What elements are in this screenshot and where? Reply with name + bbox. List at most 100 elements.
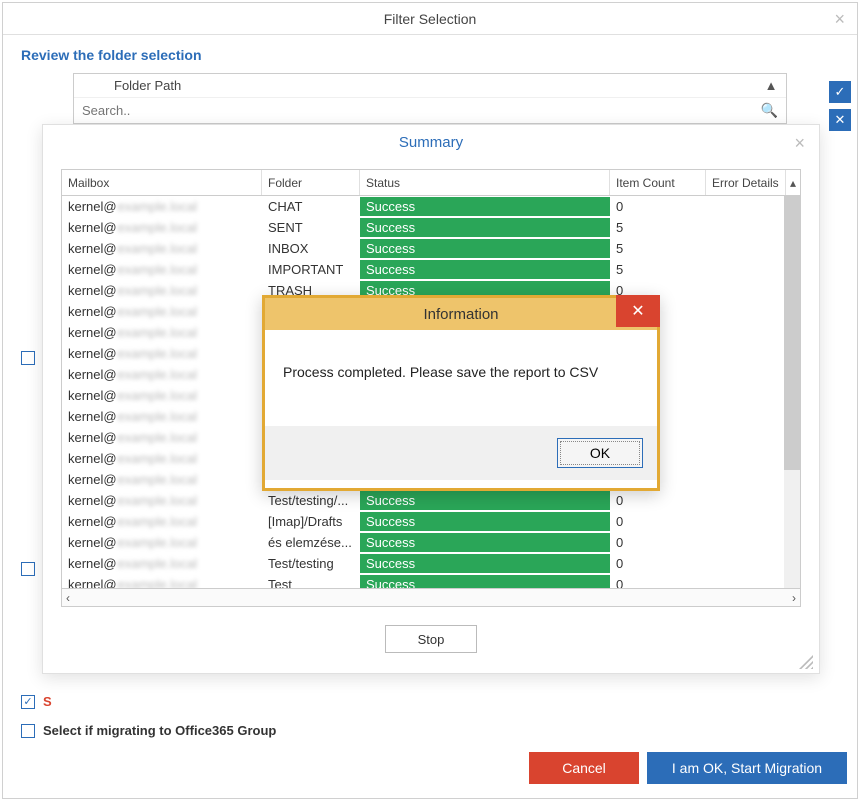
start-migration-button[interactable]: I am OK, Start Migration <box>647 752 847 784</box>
cell-folder: CHAT <box>262 196 360 217</box>
skip-option-label: S_________________________________ <box>43 694 290 709</box>
table-row[interactable]: kernel@example.localTest/testingSuccess0 <box>62 553 800 574</box>
horizontal-scrollbar[interactable]: ‹ › <box>61 589 801 607</box>
cell-status: Success <box>360 512 610 531</box>
filter-title: Filter Selection <box>384 11 477 27</box>
col-mailbox[interactable]: Mailbox <box>62 170 262 195</box>
cell-mailbox: kernel@example.local <box>62 322 262 343</box>
summary-titlebar: Summary × <box>43 125 819 159</box>
scroll-left-icon[interactable]: ‹ <box>66 591 70 605</box>
cell-mailbox: kernel@example.local <box>62 532 262 553</box>
close-icon[interactable]: × <box>788 131 811 156</box>
cell-mailbox: kernel@example.local <box>62 448 262 469</box>
filter-titlebar: Filter Selection × <box>3 3 857 35</box>
cell-count: 0 <box>610 532 706 553</box>
cell-count: 5 <box>610 238 706 259</box>
folder-search-row: 🔍 <box>74 98 786 123</box>
cell-mailbox: kernel@example.local <box>62 385 262 406</box>
cell-mailbox: kernel@example.local <box>62 364 262 385</box>
cell-folder: IMPORTANT <box>262 259 360 280</box>
cell-status: Success <box>360 575 610 588</box>
cell-mailbox: kernel@example.local <box>62 553 262 574</box>
cell-mailbox: kernel@example.local <box>62 196 262 217</box>
cell-folder: Test/testing <box>262 553 360 574</box>
col-error[interactable]: Error Details <box>706 170 786 195</box>
table-row[interactable]: kernel@example.localSENTSuccess5 <box>62 217 800 238</box>
info-footer: OK <box>265 426 657 480</box>
review-folder-label: Review the folder selection <box>3 35 857 73</box>
table-row[interactable]: kernel@example.localés elemzése...Succes… <box>62 532 800 553</box>
cell-count: 0 <box>610 490 706 511</box>
cell-status: Success <box>360 554 610 573</box>
ok-button[interactable]: OK <box>557 438 643 468</box>
cell-status: Success <box>360 491 610 510</box>
checkbox-icon[interactable] <box>21 562 35 576</box>
o365-option-row[interactable]: Select if migrating to Office365 Group <box>21 723 290 738</box>
cell-count: 0 <box>610 574 706 588</box>
table-row[interactable]: kernel@example.localTest/testing/...Succ… <box>62 490 800 511</box>
close-icon[interactable]: ✕ <box>616 295 660 327</box>
col-folder[interactable]: Folder <box>262 170 360 195</box>
stop-button[interactable]: Stop <box>385 625 477 653</box>
cell-mailbox: kernel@example.local <box>62 427 262 448</box>
table-row[interactable]: kernel@example.localINBOXSuccess5 <box>62 238 800 259</box>
col-count[interactable]: Item Count <box>610 170 706 195</box>
cell-folder: és elemzése... <box>262 532 360 553</box>
footer-buttons: Cancel I am OK, Start Migration <box>529 752 847 784</box>
cell-mailbox: kernel@example.local <box>62 259 262 280</box>
checkbox-icon[interactable] <box>21 724 35 738</box>
information-dialog: Information ✕ Process completed. Please … <box>262 295 660 491</box>
cell-mailbox: kernel@example.local <box>62 406 262 427</box>
search-input[interactable] <box>82 103 761 118</box>
table-row[interactable]: kernel@example.localCHATSuccess0 <box>62 196 800 217</box>
vertical-scrollbar[interactable] <box>784 196 800 588</box>
skip-option-row[interactable]: S_________________________________ <box>21 694 290 709</box>
cell-mailbox: kernel@example.local <box>62 301 262 322</box>
scrollbar-thumb[interactable] <box>784 196 800 470</box>
folder-path-label: Folder Path <box>114 78 181 93</box>
cell-status: Success <box>360 218 610 237</box>
cell-status: Success <box>360 260 610 279</box>
cell-mailbox: kernel@example.local <box>62 469 262 490</box>
info-message: Process completed. Please save the repor… <box>265 330 657 426</box>
cell-count: 0 <box>610 553 706 574</box>
cell-mailbox: kernel@example.local <box>62 280 262 301</box>
cell-mailbox: kernel@example.local <box>62 574 262 588</box>
lower-options: S_________________________________ Selec… <box>21 694 290 738</box>
cell-folder: [Imap]/Drafts <box>262 511 360 532</box>
folder-path-header[interactable]: Folder Path ▲ <box>74 74 786 98</box>
cell-status: Success <box>360 533 610 552</box>
cell-count: 5 <box>610 259 706 280</box>
cell-status: Success <box>360 197 610 216</box>
summary-title: Summary <box>399 134 463 151</box>
checkbox-icon[interactable] <box>21 351 35 365</box>
cell-mailbox: kernel@example.local <box>62 511 262 532</box>
cell-folder: INBOX <box>262 238 360 259</box>
cell-count: 0 <box>610 196 706 217</box>
grid-header[interactable]: Mailbox Folder Status Item Count Error D… <box>62 170 800 196</box>
sort-up-icon[interactable]: ▲ <box>764 79 778 93</box>
cell-mailbox: kernel@example.local <box>62 343 262 364</box>
resize-grip-icon[interactable] <box>799 655 813 669</box>
sort-up-icon[interactable]: ▴ <box>786 170 800 195</box>
table-row[interactable]: kernel@example.localIMPORTANTSuccess5 <box>62 259 800 280</box>
check-all-icon[interactable]: ✓ <box>829 81 851 103</box>
clear-all-icon[interactable]: ✕ <box>829 109 851 131</box>
table-row[interactable]: kernel@example.localTestSuccess0 <box>62 574 800 588</box>
cell-mailbox: kernel@example.local <box>62 217 262 238</box>
cell-folder: Test/testing/... <box>262 490 360 511</box>
checkbox-icon[interactable] <box>21 695 35 709</box>
info-title: Information <box>423 306 498 323</box>
col-status[interactable]: Status <box>360 170 610 195</box>
table-row[interactable]: kernel@example.local[Imap]/DraftsSuccess… <box>62 511 800 532</box>
close-icon[interactable]: × <box>828 7 851 32</box>
cell-folder: SENT <box>262 217 360 238</box>
cell-status: Success <box>360 239 610 258</box>
o365-option-label: Select if migrating to Office365 Group <box>43 723 276 738</box>
side-chips: ✓ ✕ <box>829 81 851 131</box>
cancel-button[interactable]: Cancel <box>529 752 639 784</box>
folder-path-box: Folder Path ▲ 🔍 <box>73 73 787 124</box>
scroll-right-icon[interactable]: › <box>792 591 796 605</box>
search-icon[interactable]: 🔍 <box>761 102 778 119</box>
info-titlebar: Information ✕ <box>265 298 657 330</box>
